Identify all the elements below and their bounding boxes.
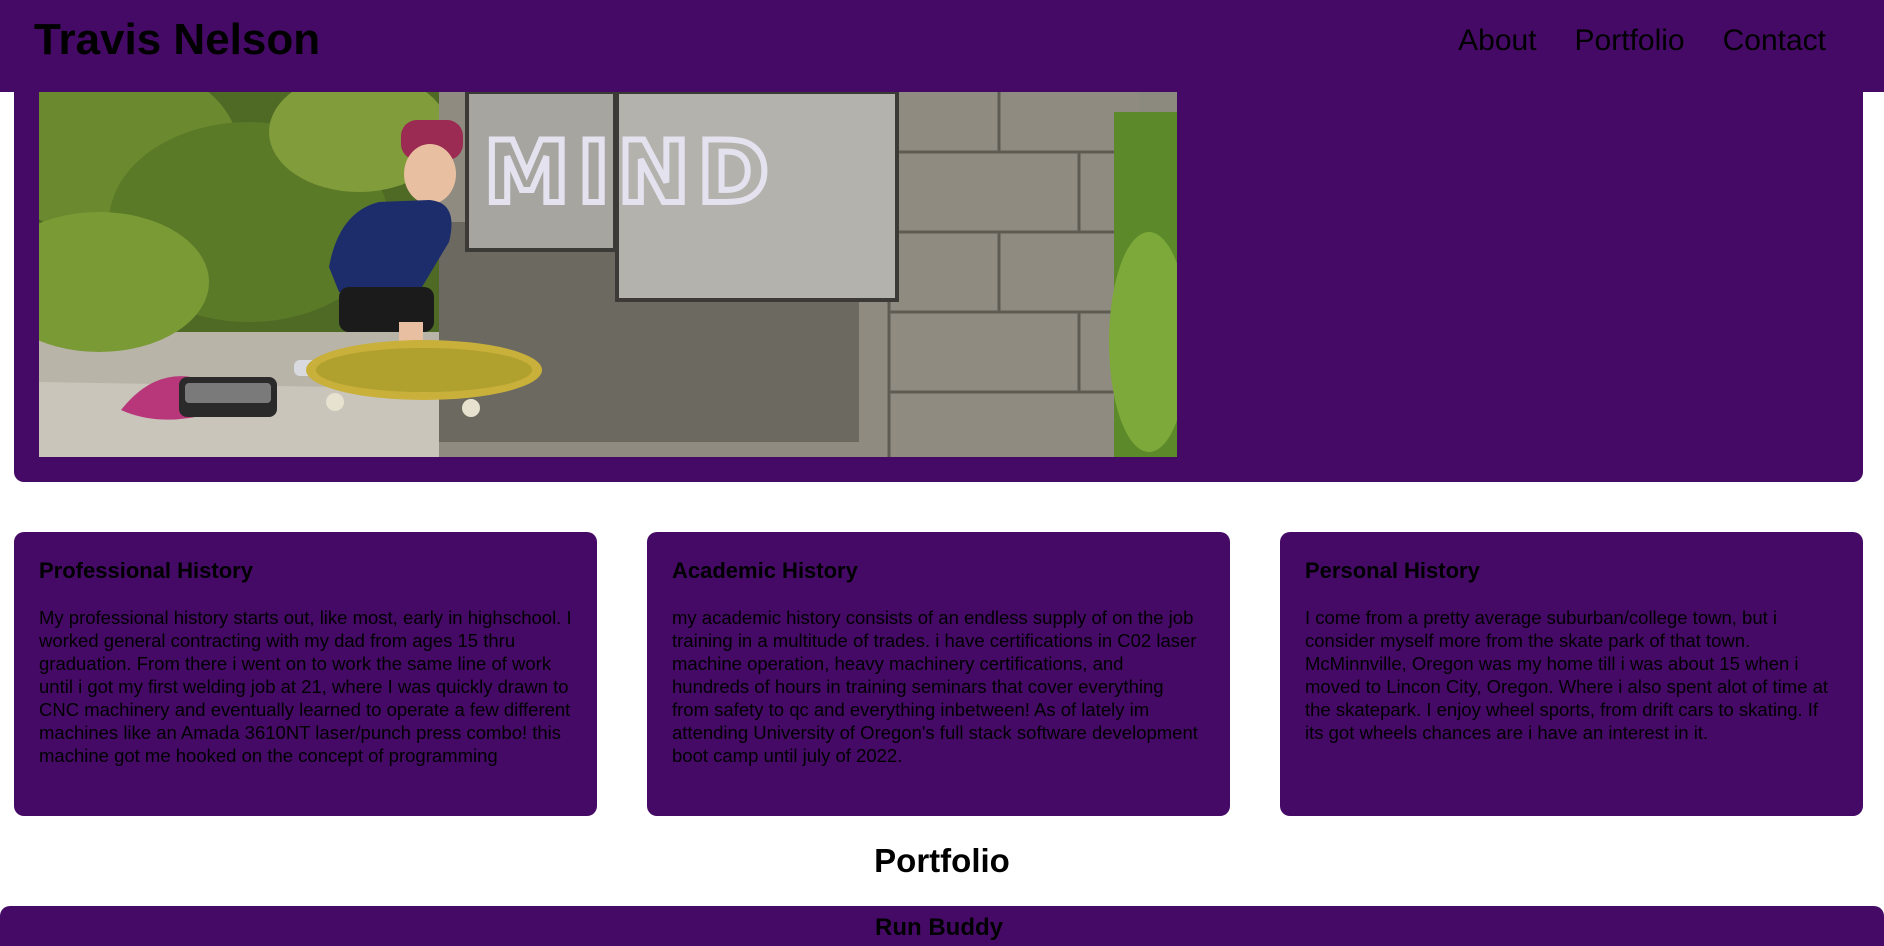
nav-link-about[interactable]: About [1458, 20, 1536, 62]
graffiti-text: MIND [484, 123, 777, 223]
nav-link-contact[interactable]: Contact [1723, 20, 1826, 62]
site-header: Travis Nelson About Portfolio Contact [0, 0, 1884, 92]
project-card-run-buddy[interactable]: Run Buddy [0, 906, 1884, 946]
card-text: I come from a pretty average suburban/co… [1305, 607, 1829, 743]
portfolio-heading: Portfolio [874, 842, 1010, 879]
main-nav: About Portfolio Contact [1458, 20, 1826, 62]
card-title: Academic History [672, 558, 858, 583]
card-academic-history: Academic History my academic history con… [647, 532, 1230, 816]
project-title: Run Buddy [875, 914, 1003, 941]
card-professional-history: Professional History My professional his… [14, 532, 597, 816]
site-title: Travis Nelson [34, 15, 321, 64]
card-text: my academic history consists of an endle… [672, 607, 1198, 766]
card-title: Professional History [39, 558, 253, 583]
card-personal-history: Personal History I come from a pretty av… [1280, 532, 1863, 816]
photo-of-skateboarder: MIND [39, 92, 1177, 457]
nav-link-portfolio[interactable]: Portfolio [1575, 20, 1685, 62]
card-text: My professional history starts out, like… [39, 607, 572, 766]
hero-photo: MIND [39, 92, 1177, 457]
card-title: Personal History [1305, 558, 1480, 583]
